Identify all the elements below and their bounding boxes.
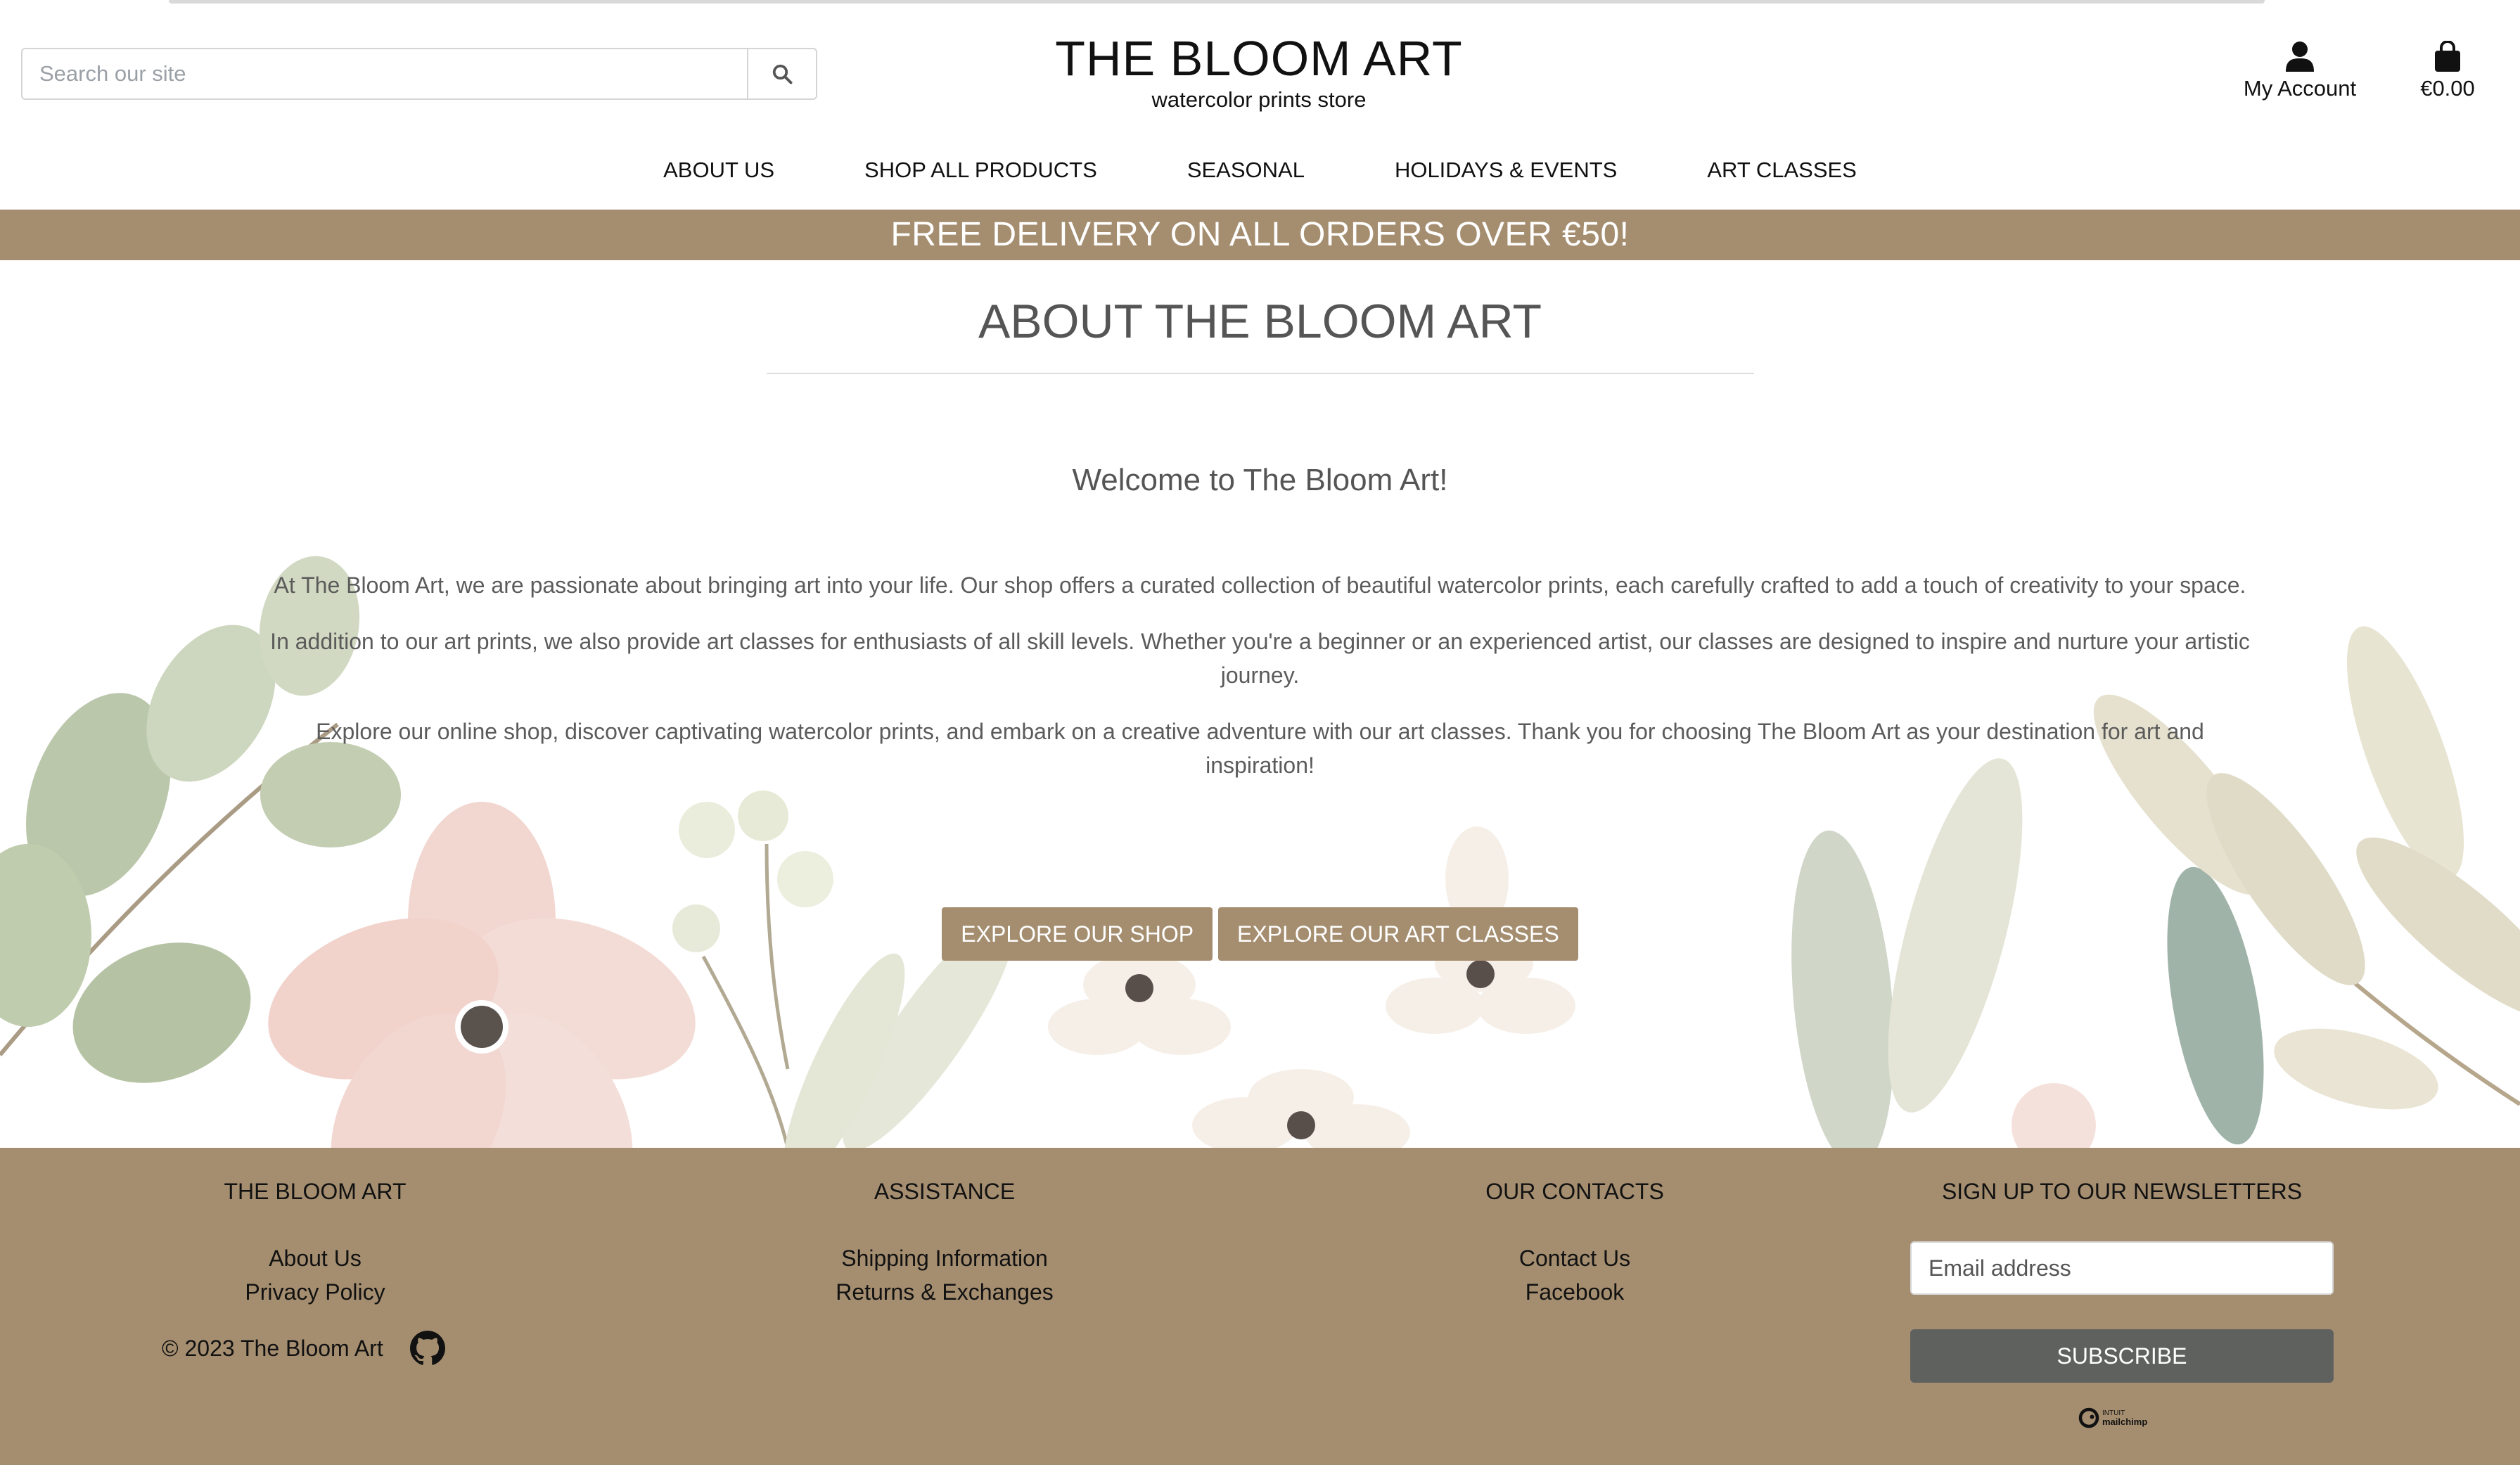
explore-shop-button[interactable]: EXPLORE OUR SHOP	[942, 907, 1213, 961]
explore-art-classes-button[interactable]: EXPLORE OUR ART CLASSES	[1218, 907, 1578, 961]
mailchimp-bottom-text: mailchimp	[2102, 1416, 2148, 1427]
brand[interactable]: THE BLOOM ART watercolor prints store	[942, 28, 1575, 113]
footer-brand-title: THE BLOOM ART	[224, 1179, 407, 1204]
footer-link-privacy-policy[interactable]: Privacy Policy	[174, 1275, 456, 1309]
footer-col-brand: THE BLOOM ART About Us Privacy Policy	[174, 1179, 456, 1309]
github-icon[interactable]	[409, 1331, 445, 1366]
about-paragraph-2: In addition to our art prints, we also p…	[270, 629, 2250, 688]
my-account-label: My Account	[2243, 76, 2357, 101]
footer-link-about-us[interactable]: About Us	[174, 1241, 456, 1275]
footer-link-facebook[interactable]: Facebook	[1434, 1275, 1715, 1309]
cart-link[interactable]: €0.00	[2405, 41, 2490, 101]
brand-subtitle: watercolor prints store	[1151, 87, 1367, 112]
footer-col-assistance: ASSISTANCE Shipping Information Returns …	[804, 1179, 1085, 1309]
footer: THE BLOOM ART About Us Privacy Policy © …	[0, 1148, 2520, 1465]
search-input[interactable]	[23, 49, 747, 98]
footer-link-returns[interactable]: Returns & Exchanges	[804, 1275, 1085, 1309]
user-icon	[2286, 41, 2314, 72]
footer-link-shipping[interactable]: Shipping Information	[804, 1241, 1085, 1275]
copyright-text: © 2023 The Bloom Art	[162, 1335, 383, 1361]
footer-assistance-title: ASSISTANCE	[874, 1179, 1016, 1204]
search-button[interactable]	[747, 49, 816, 98]
newsletter-title: SIGN UP TO OUR NEWSLETTERS	[1941, 1179, 2303, 1204]
cta-buttons: EXPLORE OUR SHOP EXPLORE OUR ART CLASSES	[0, 907, 2520, 961]
nav-art-classes[interactable]: ART CLASSES	[1707, 152, 1857, 188]
hero-background	[0, 260, 2520, 1148]
mailchimp-icon	[2078, 1407, 2099, 1428]
page-title: ABOUT THE BLOOM ART	[978, 295, 1542, 348]
my-account-link[interactable]: My Account	[2230, 41, 2370, 101]
search-bar	[21, 48, 817, 100]
about-paragraph-1: At The Bloom Art, we are passionate abou…	[274, 572, 2246, 598]
footer-link-contact-us[interactable]: Contact Us	[1434, 1241, 1715, 1275]
search-icon	[772, 64, 793, 84]
nav-holidays-events[interactable]: HOLIDAYS & EVENTS	[1395, 152, 1617, 188]
nav-seasonal[interactable]: SEASONAL	[1187, 152, 1305, 188]
subscribe-button[interactable]: SUBSCRIBE	[1910, 1329, 2334, 1383]
title-divider	[767, 373, 1754, 374]
brand-title: THE BLOOM ART	[1055, 31, 1463, 86]
mailchimp-logo[interactable]: INTUIT mailchimp	[2078, 1407, 2147, 1428]
cart-total: €0.00	[2420, 76, 2475, 101]
shopping-bag-icon	[2435, 41, 2460, 72]
main-nav: ABOUT US SHOP ALL PRODUCTS SEASONAL HOLI…	[0, 152, 2520, 188]
copyright: © 2023 The Bloom Art	[162, 1331, 445, 1366]
top-strip	[169, 0, 2265, 4]
about-paragraph-3: Explore our online shop, discover captiv…	[316, 719, 2204, 778]
footer-col-newsletter: SIGN UP TO OUR NEWSLETTERS	[1911, 1179, 2333, 1241]
floral-illustration	[0, 556, 2520, 1148]
newsletter-email-input[interactable]	[1910, 1241, 2334, 1295]
footer-col-contacts: OUR CONTACTS Contact Us Facebook	[1434, 1179, 1715, 1309]
nav-about-us[interactable]: ABOUT US	[663, 152, 774, 188]
footer-contacts-title: OUR CONTACTS	[1485, 1179, 1664, 1204]
nav-shop-all-products[interactable]: SHOP ALL PRODUCTS	[864, 152, 1097, 188]
welcome-heading: Welcome to The Bloom Art!	[1072, 463, 1448, 497]
delivery-banner: FREE DELIVERY ON ALL ORDERS OVER €50!	[0, 210, 2520, 260]
